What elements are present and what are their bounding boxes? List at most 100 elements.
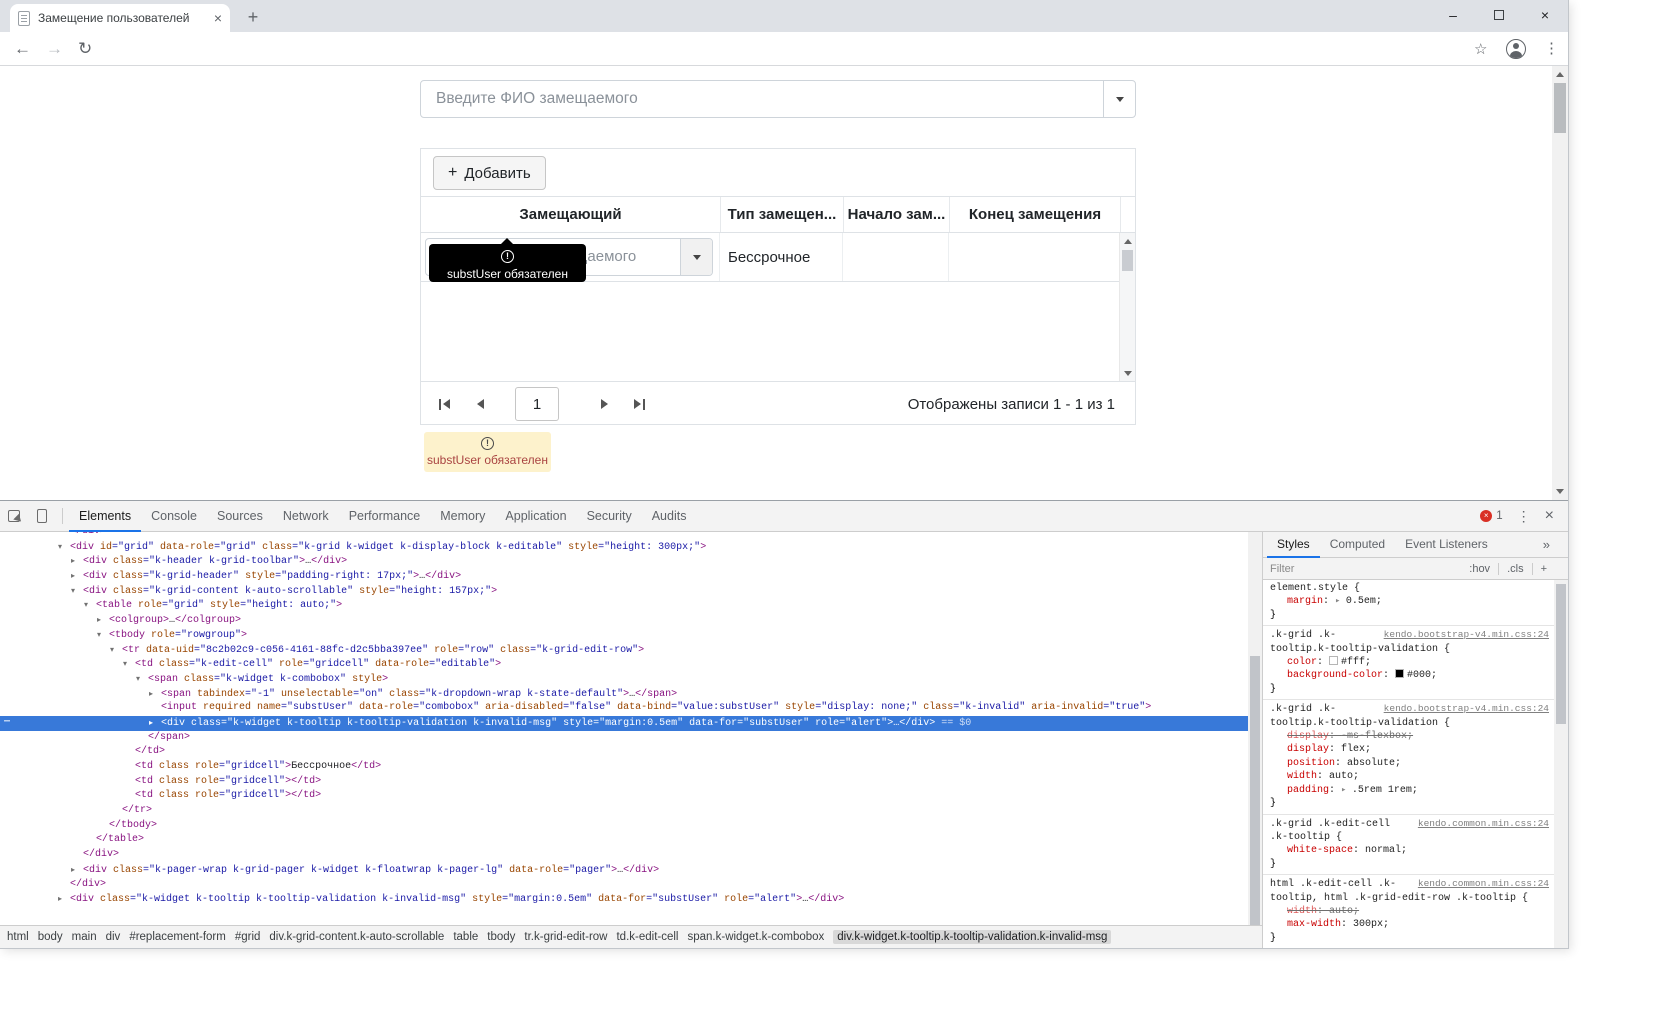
dom-tree-line[interactable]: <input required name="substUser" data-ro… — [0, 701, 1248, 716]
color-swatch[interactable] — [1329, 656, 1339, 666]
dom-tree-line[interactable]: ▾ <tbody role="rowgroup"> — [0, 628, 1248, 643]
browser-menu-icon[interactable]: ⋮ — [1544, 32, 1559, 66]
dom-tree-line[interactable]: ▸ <span tabindex="-1" unselectable="on" c… — [0, 687, 1248, 702]
inspect-element-icon[interactable] — [0, 501, 28, 532]
css-declaration[interactable]: width: auto; — [1270, 905, 1552, 918]
dom-tree-line[interactable]: ▸ <div class="k-grid-header" style="paddi… — [0, 569, 1248, 584]
expanded-arrow-icon[interactable]: ▾ — [110, 643, 122, 658]
stylesheet-link[interactable]: kendo.common.min.css:24 — [1418, 877, 1552, 890]
reload-button[interactable]: ↻ — [78, 32, 92, 66]
grid-column-header[interactable]: Тип замещен... — [720, 197, 843, 232]
pager-current-page[interactable]: 1 — [515, 387, 559, 421]
pager-last-button[interactable] — [625, 389, 655, 419]
collapsed-arrow-icon[interactable]: ▸ — [149, 687, 161, 702]
dom-tree-line[interactable]: </span> — [0, 731, 1248, 746]
scroll-down-icon[interactable] — [1120, 365, 1135, 381]
dom-tree-line[interactable]: <td class role="gridcell"></td> — [0, 775, 1248, 790]
device-toolbar-icon[interactable] — [28, 501, 56, 532]
expanded-arrow-icon[interactable]: ▾ — [97, 628, 109, 643]
expanded-arrow-icon[interactable]: ▾ — [123, 657, 135, 672]
breadcrumb-item[interactable]: td.k-edit-cell — [616, 931, 678, 943]
breadcrumb-item[interactable]: table — [453, 931, 478, 943]
grid-row[interactable]: Введите ФИО замещаемого ! substUser обяз… — [421, 233, 1120, 282]
elements-scrollbar[interactable] — [1248, 532, 1262, 941]
expanded-arrow-icon[interactable]: ▾ — [136, 672, 148, 687]
add-button[interactable]: + Добавить — [433, 156, 546, 190]
styles-toggle-3[interactable]: + — [1541, 563, 1547, 575]
dom-tree-line[interactable]: <td class role="gridcell"></td> — [0, 789, 1248, 804]
css-declaration[interactable]: white-space: normal; — [1270, 844, 1552, 857]
scroll-up-icon[interactable] — [1552, 66, 1568, 83]
stylesheet-link[interactable]: kendo.bootstrap-v4.min.css:24 — [1384, 702, 1552, 715]
stylesheet-link[interactable]: kendo.common.min.css:24 — [1418, 817, 1552, 830]
css-declaration[interactable]: display: -ms-flexbox; — [1270, 730, 1552, 743]
dom-tree-line[interactable]: </div> — [0, 532, 1248, 540]
collapsed-arrow-icon[interactable]: ▸ — [71, 863, 83, 878]
css-declaration[interactable]: background-color: #000; — [1270, 669, 1552, 682]
css-declaration[interactable]: width: auto; — [1270, 770, 1552, 783]
expanded-arrow-icon[interactable]: ▾ — [84, 598, 96, 613]
dom-tree-line[interactable]: ▸ <colgroup>…</colgroup> — [0, 613, 1248, 628]
dom-tree-line[interactable]: </td> — [0, 745, 1248, 760]
dom-tree-line[interactable]: ▾ <div id="grid" data-role="grid" class="… — [0, 540, 1248, 555]
grid-column-header[interactable]: Конец замещения — [949, 197, 1120, 232]
dom-tree-line[interactable]: <td class role="gridcell">Бессрочное</td… — [0, 760, 1248, 775]
dom-tree-line[interactable]: ▾ <div class="k-grid-content k-auto-scrol… — [0, 584, 1248, 599]
devtools-tab-performance[interactable]: Performance — [339, 501, 431, 532]
devtools-close-icon[interactable]: × — [1545, 507, 1554, 525]
styles-toggle-2[interactable]: .cls — [1507, 563, 1524, 575]
scroll-up-icon[interactable] — [1120, 233, 1135, 249]
back-button[interactable]: ← — [14, 32, 31, 66]
devtools-tab-console[interactable]: Console — [141, 501, 207, 532]
filter-input[interactable]: Filter — [1270, 563, 1294, 575]
breadcrumb-item[interactable]: main — [72, 931, 97, 943]
color-swatch[interactable] — [1395, 669, 1405, 679]
new-tab-button[interactable]: + — [240, 6, 266, 30]
dom-tree-line[interactable]: </div> — [0, 878, 1248, 893]
error-count-badge[interactable]: × 1 — [1480, 510, 1503, 522]
devtools-tab-elements[interactable]: Elements — [69, 501, 141, 532]
styles-scrollbar-thumb[interactable] — [1556, 584, 1566, 724]
devtools-tab-application[interactable]: Application — [495, 501, 576, 532]
collapsed-arrow-icon[interactable]: ▸ — [97, 613, 109, 628]
more-actions-icon[interactable]: ⋯ — [4, 716, 11, 731]
breadcrumb-item[interactable]: span.k-widget.k-combobox — [687, 931, 824, 943]
expanded-arrow-icon[interactable]: ▾ — [58, 540, 70, 555]
collapsed-arrow-icon[interactable]: ▸ — [71, 569, 83, 584]
dom-tree-line[interactable]: </tr> — [0, 804, 1248, 819]
dom-tree-line[interactable]: ▸ <div class="k-widget k-tooltip k-toolti… — [0, 892, 1248, 907]
css-declaration[interactable]: display: flex; — [1270, 743, 1552, 756]
forward-button[interactable]: → — [46, 32, 63, 66]
grid-column-header[interactable]: Начало зам... — [843, 197, 949, 232]
collapsed-arrow-icon[interactable]: ▸ — [58, 892, 70, 907]
styles-toggle-1[interactable]: :hov — [1469, 563, 1490, 575]
dom-tree-line[interactable]: </tbody> — [0, 819, 1248, 834]
breadcrumb-item[interactable]: body — [38, 931, 63, 943]
window-minimize-button[interactable]: – — [1430, 0, 1476, 30]
dom-tree-line[interactable]: ▸ <div class="k-pager-wrap k-grid-pager k… — [0, 863, 1248, 878]
devtools-menu-icon[interactable]: ⋮ — [1517, 508, 1531, 525]
dom-tree-line[interactable]: ▸ <div class="k-header k-grid-toolbar">…<… — [0, 554, 1248, 569]
breadcrumb-item[interactable]: #replacement-form — [129, 931, 226, 943]
collapsed-arrow-icon[interactable]: ▸ — [149, 716, 161, 731]
grid-column-header[interactable]: Замещающий — [421, 197, 720, 232]
devtools-tab-memory[interactable]: Memory — [430, 501, 495, 532]
expand-arrow-icon[interactable]: ▸ — [1335, 596, 1346, 606]
grid-scrollbar-thumb[interactable] — [1122, 250, 1133, 271]
pager-first-button[interactable] — [429, 389, 459, 419]
breadcrumb-item[interactable]: div.k-grid-content.k-auto-scrollable — [269, 931, 444, 943]
row-combobox-dropdown-button[interactable] — [680, 239, 712, 275]
bookmark-star-icon[interactable]: ☆ — [1474, 32, 1487, 66]
scroll-down-icon[interactable] — [1552, 483, 1568, 500]
dom-tree-line[interactable]: </div> — [0, 848, 1248, 863]
window-close-button[interactable]: × — [1522, 0, 1568, 30]
dom-tree-line[interactable]: ⋯ ▸ <div class="k-widget k-tooltip k-toolt… — [0, 715, 1248, 731]
browser-tab[interactable]: Замещение пользователей × — [10, 4, 230, 32]
collapsed-arrow-icon[interactable]: ▸ — [71, 554, 83, 569]
expand-arrow-icon[interactable]: ▸ — [1341, 785, 1352, 795]
breadcrumb-item[interactable]: div.k-widget.k-tooltip.k-tooltip-validat… — [833, 930, 1112, 944]
stylesheet-link[interactable]: kendo.bootstrap-v4.min.css:24 — [1384, 628, 1552, 641]
tab-close-icon[interactable]: × — [214, 11, 222, 25]
css-declaration[interactable]: max-width: 300px; — [1270, 918, 1552, 931]
pager-next-button[interactable] — [589, 389, 619, 419]
